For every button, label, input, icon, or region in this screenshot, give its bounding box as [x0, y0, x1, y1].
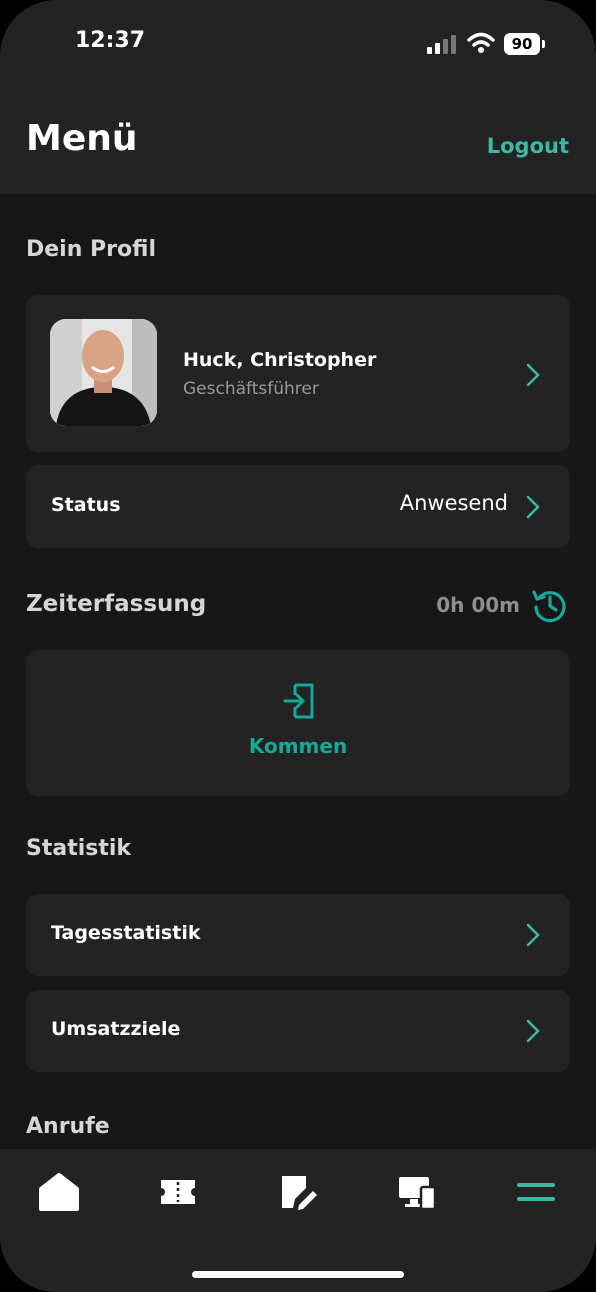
profile-section-heading: Dein Profil: [26, 237, 156, 262]
battery-indicator: 90: [504, 33, 545, 55]
ticket-icon[interactable]: [157, 1171, 199, 1213]
list-item-label: Tagesstatistik: [51, 922, 201, 944]
wifi-icon: [467, 32, 495, 53]
clock-in-label: Kommen: [248, 734, 348, 758]
chevron-right-icon: [526, 363, 540, 387]
list-item-umsatzziele[interactable]: Umsatzziele: [26, 990, 570, 1072]
chevron-right-icon: [526, 1019, 540, 1043]
top-bar: 12:37 90 Menü Logout: [0, 0, 596, 194]
page-title: Menü: [26, 118, 138, 159]
time-tracking-heading: Zeiterfassung: [26, 591, 207, 617]
status-time: 12:37: [75, 28, 146, 53]
clock-in-button[interactable]: Kommen: [26, 650, 570, 796]
avatar: [50, 319, 157, 426]
tab-bar: [0, 1149, 596, 1292]
cellular-signal-icon: [427, 34, 457, 54]
profile-name: Huck, Christopher: [183, 349, 377, 371]
login-icon: [283, 683, 314, 719]
profile-role: Geschäftsführer: [183, 379, 319, 399]
chevron-right-icon: [526, 923, 540, 947]
chevron-right-icon: [526, 495, 540, 519]
menu-icon[interactable]: [515, 1171, 557, 1213]
status-row[interactable]: Status Anwesend: [26, 465, 570, 548]
list-item-tagesstatistik[interactable]: Tagesstatistik: [26, 894, 570, 976]
logout-button[interactable]: Logout: [487, 134, 569, 158]
home-indicator: [192, 1271, 404, 1278]
profile-card[interactable]: Huck, Christopher Geschäftsführer: [26, 295, 570, 452]
list-item-label: Umsatzziele: [51, 1018, 181, 1040]
status-value: Anwesend: [399, 491, 508, 515]
calls-heading: Anrufe: [26, 1114, 110, 1139]
history-icon[interactable]: [531, 586, 569, 624]
devices-icon[interactable]: [396, 1171, 438, 1213]
edit-note-icon[interactable]: [277, 1171, 319, 1213]
app-screen: 12:37 90 Menü Logout Dein Profil Huck, C…: [0, 0, 596, 1292]
home-icon[interactable]: [38, 1171, 80, 1213]
time-total: 0h 00m: [436, 593, 520, 617]
statistics-heading: Statistik: [26, 836, 132, 861]
status-label: Status: [51, 494, 121, 516]
